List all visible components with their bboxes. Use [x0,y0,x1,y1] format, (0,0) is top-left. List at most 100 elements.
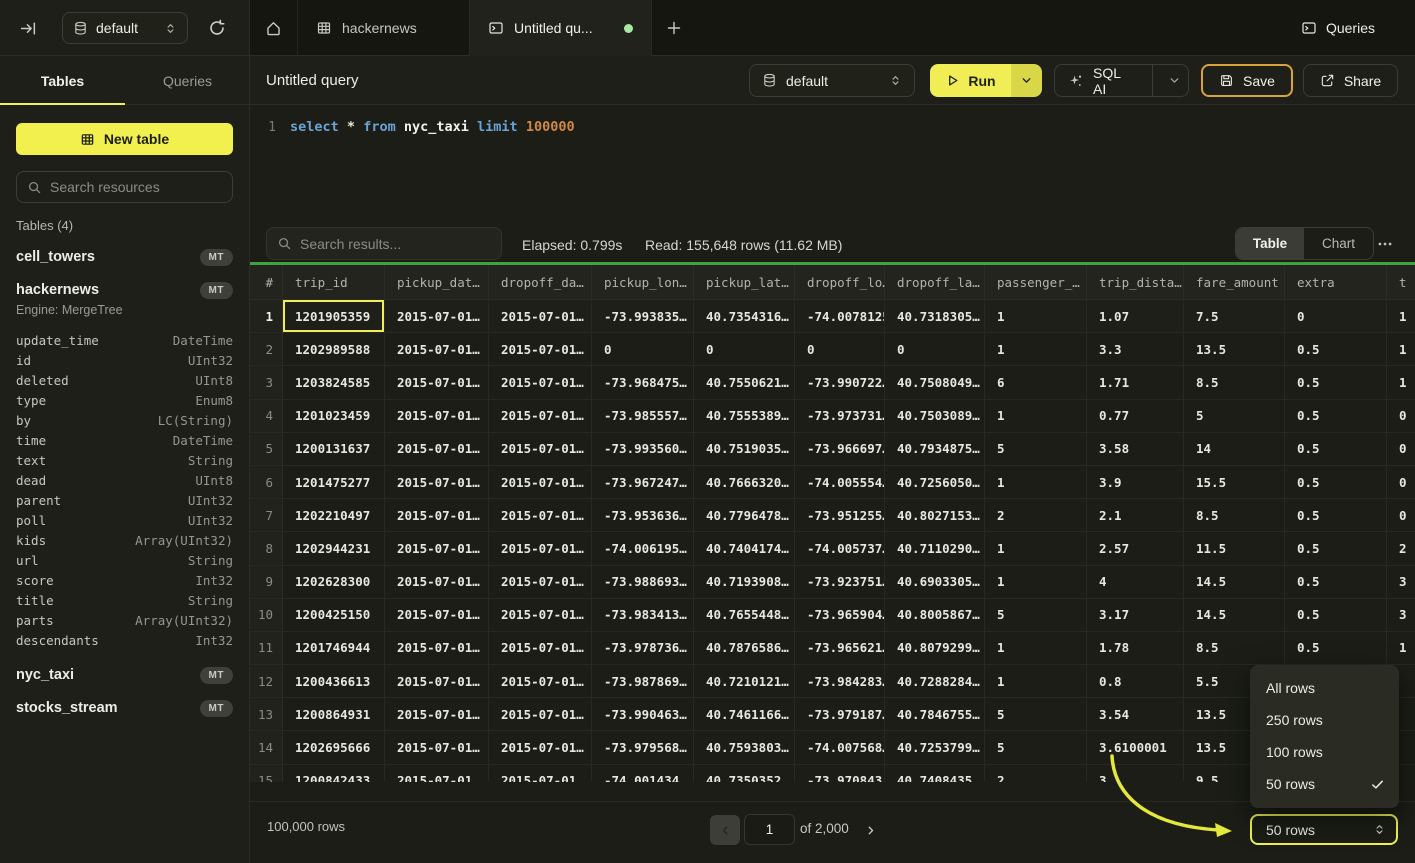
run-button[interactable]: Run [930,64,1011,97]
table-cell[interactable]: 0.77 [1087,400,1184,433]
table-cell[interactable]: 40.7503089… [885,400,985,433]
table-cell[interactable]: 2 [985,499,1087,532]
schema-column-row[interactable]: typeEnum8 [16,390,233,410]
table-cell[interactable]: -73.973731… [795,400,885,433]
page-size-select[interactable]: 50 rows [1250,814,1398,845]
table-cell[interactable]: 3 [1387,566,1415,599]
table-cell[interactable]: 1200864931 [283,698,385,731]
table-cell[interactable]: 0 [1387,400,1415,433]
new-table-button[interactable]: New table [16,123,233,155]
table-cell[interactable]: 0 [592,333,694,366]
schema-column-row[interactable]: deletedUInt8 [16,370,233,390]
table-cell[interactable]: 40.6903305… [885,566,985,599]
table-cell[interactable]: 40.7110290… [885,532,985,565]
table-cell[interactable]: 2015-07-01… [489,366,592,399]
table-cell[interactable]: 1202210497 [283,499,385,532]
table-cell[interactable]: 2015-07-01… [489,499,592,532]
sidebar-table-stocks-stream[interactable]: stocks_stream MT [16,696,233,720]
schema-column-row[interactable]: urlString [16,550,233,570]
table-cell[interactable]: 40.7404174… [694,532,795,565]
table-cell[interactable]: -73.951255… [795,499,885,532]
next-page-button[interactable] [858,815,882,845]
table-cell[interactable]: 11.5 [1184,532,1285,565]
table-cell[interactable]: 40.7655448… [694,599,795,632]
table-cell[interactable]: 5 [985,599,1087,632]
table-cell[interactable]: -74.005737… [795,532,885,565]
table-cell[interactable]: -73.965621… [795,632,885,665]
table-cell[interactable]: 0 [1285,300,1387,333]
schema-column-row[interactable]: update_timeDateTime [16,330,233,350]
new-tab-icon[interactable] [666,20,682,36]
sidebar-table-cell-towers[interactable]: cell_towers MT [16,245,233,269]
table-cell[interactable]: 1200131637 [283,433,385,466]
table-cell[interactable]: 40.7934875… [885,433,985,466]
table-cell[interactable]: 3 [1087,765,1184,782]
table-cell[interactable]: 3 [1387,599,1415,632]
queries-button[interactable]: Queries [1301,0,1375,56]
table-cell[interactable]: 15.5 [1184,466,1285,499]
sidebar-table-hackernews[interactable]: hackernews MT [16,278,233,302]
table-cell[interactable]: 0.5 [1285,632,1387,665]
table-cell[interactable]: 2 [985,765,1087,782]
table-cell[interactable]: 2 [1387,532,1415,565]
table-cell[interactable]: -73.970843 [795,765,885,782]
table-cell[interactable]: 3.58 [1087,433,1184,466]
sidebar-table-nyc-taxi[interactable]: nyc_taxi MT [16,663,233,687]
table-cell[interactable]: 40.8079299… [885,632,985,665]
table-cell[interactable]: 1201475277 [283,466,385,499]
column-header[interactable]: pickup_lat… [694,265,795,300]
table-cell[interactable]: 1.78 [1087,632,1184,665]
table-cell[interactable]: -73.967247… [592,466,694,499]
table-cell[interactable]: -73.979187… [795,698,885,731]
table-cell[interactable]: -73.993835… [592,300,694,333]
table-cell[interactable]: 2015-07-01… [385,400,489,433]
schema-column-row[interactable]: scoreInt32 [16,570,233,590]
query-database-selector[interactable]: default [749,64,915,97]
schema-column-row[interactable]: kidsArray(UInt32) [16,530,233,550]
table-cell[interactable]: -73.923751… [795,566,885,599]
table-cell[interactable]: 2015-07-01… [385,333,489,366]
sql-editor[interactable]: 1 select * from nyc_taxi limit 100000 [250,119,575,135]
sql-ai-button[interactable]: SQL AI [1054,64,1189,97]
table-cell[interactable]: 2015-07-01… [489,532,592,565]
menu-item-all-rows[interactable]: All rows [1250,672,1399,704]
table-cell[interactable]: 2015-07-01… [385,731,489,764]
table-cell[interactable]: 1203824585 [283,366,385,399]
table-cell[interactable]: 2015-07-01… [489,698,592,731]
table-cell[interactable]: 0 [694,333,795,366]
table-cell[interactable]: 5 [985,731,1087,764]
table-cell[interactable]: 40.7193908… [694,566,795,599]
table-cell[interactable]: 40.8005867… [885,599,985,632]
table-cell[interactable]: 3.17 [1087,599,1184,632]
table-cell[interactable]: -73.990463… [592,698,694,731]
table-cell[interactable]: 40.7555389… [694,400,795,433]
table-cell[interactable]: 40.7253799… [885,731,985,764]
table-cell[interactable]: 1 [985,566,1087,599]
table-cell[interactable]: 1.07 [1087,300,1184,333]
table-cell[interactable]: 1.71 [1087,366,1184,399]
table-cell[interactable]: 0 [1387,499,1415,532]
schema-column-row[interactable]: descendantsInt32 [16,630,233,650]
table-cell[interactable]: 1201023459 [283,400,385,433]
table-cell[interactable]: 40.7593803… [694,731,795,764]
table-cell[interactable]: 1 [1387,632,1415,665]
table-cell[interactable]: 2015-07-01… [489,466,592,499]
table-cell[interactable]: 2015-07-01… [385,665,489,698]
table-cell[interactable]: 0 [1387,433,1415,466]
table-cell[interactable]: 13.5 [1184,333,1285,366]
table-cell[interactable]: -73.987869… [592,665,694,698]
table-cell[interactable]: 40.8027153… [885,499,985,532]
table-cell[interactable]: 2015-07-01… [385,566,489,599]
table-cell[interactable]: 2015-07-01… [385,499,489,532]
table-cell[interactable]: -73.988693… [592,566,694,599]
table-cell[interactable]: 40.7288284… [885,665,985,698]
tab-untitled-query[interactable]: Untitled qu... [470,0,652,56]
table-cell[interactable]: 2015-07-01… [385,466,489,499]
prev-page-button[interactable] [710,815,740,845]
table-cell[interactable]: 40.7666320… [694,466,795,499]
table-cell[interactable]: 2015-07-01… [489,300,592,333]
table-cell[interactable]: 2015-07-01… [385,599,489,632]
table-cell[interactable]: 0.5 [1285,433,1387,466]
table-cell[interactable]: -74.001434 [592,765,694,782]
table-cell[interactable]: -73.966697… [795,433,885,466]
